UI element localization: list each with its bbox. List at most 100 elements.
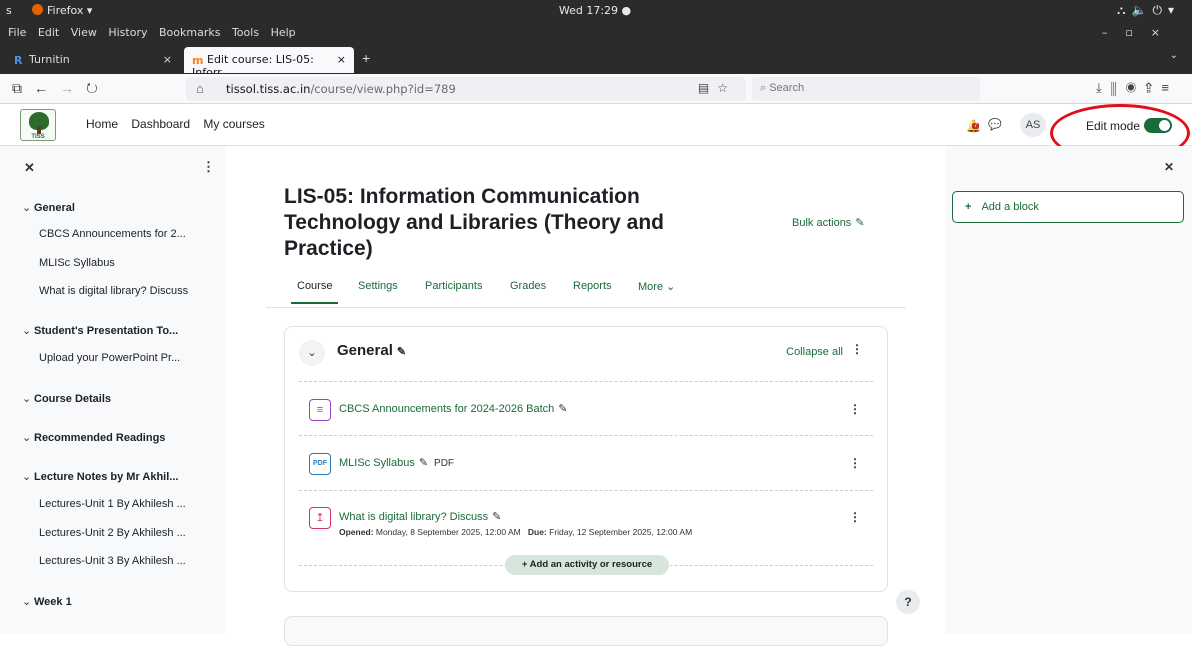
tab-reports[interactable]: Reports (573, 280, 612, 292)
maximize-icon[interactable]: ▫ (1125, 26, 1150, 39)
section-collapse-button[interactable]: ⌄ (299, 340, 325, 366)
section-title: Lecture Notes by Mr Akhil... (34, 471, 179, 483)
notifications-bell-icon[interactable]: 🔔7 (966, 119, 981, 133)
menu-file[interactable]: File (8, 26, 26, 39)
search-icon: ⌕ (760, 82, 770, 94)
firefox-menubar: File Edit View History Bookmarks Tools H… (0, 22, 1192, 44)
library-icon[interactable]: ⫼ (1111, 80, 1126, 95)
back-icon[interactable]: ← (34, 80, 60, 96)
reload-icon[interactable]: ↻ (86, 80, 110, 96)
tree-trunk (37, 126, 41, 134)
sidebar-toggle-icon[interactable]: ⧉ (12, 80, 34, 96)
menu-bookmarks[interactable]: Bookmarks (159, 26, 220, 39)
activity-link[interactable]: CBCS Announcements for 2024-2026 Batch ✎ (339, 402, 567, 415)
nav-home[interactable]: Home (86, 117, 118, 131)
course-index-item[interactable]: Lectures-Unit 2 By Akhilesh ... (39, 527, 186, 539)
activity-name: CBCS Announcements for 2024-2026 Batch (339, 403, 555, 415)
lock-icon[interactable]: ⌂ (196, 81, 204, 96)
tab-edit-course[interactable]: m Edit course: LIS-05: Inforr × (184, 47, 354, 79)
add-activity-button[interactable]: + Add an activity or resource (505, 555, 669, 575)
plus-icon: + (521, 559, 530, 570)
tab-turnitin[interactable]: R Turnitin × (6, 47, 180, 73)
close-drawer-icon[interactable]: ✕ (24, 160, 35, 176)
chevron-down-icon: ▾ (1167, 3, 1180, 17)
system-tray[interactable]: ⛬🔈⏻▾ (1117, 3, 1180, 18)
tab-settings[interactable]: Settings (358, 280, 398, 292)
app-menu[interactable]: Firefox ▾ (32, 4, 92, 17)
chevron-down-icon: ⌄ (22, 432, 32, 444)
course-index-item[interactable]: Lectures-Unit 1 By Akhilesh ... (39, 498, 186, 510)
navigation-toolbar: ⧉←→↻ ⌂ tissol.tiss.ac.in/course/view.php… (0, 74, 1192, 104)
course-index-section-week-1[interactable]: ⌄ Week 1 (22, 595, 72, 608)
url-text[interactable]: tissol.tiss.ac.in/course/view.php?id=789 (226, 82, 456, 96)
course-index-section-readings[interactable]: ⌄ Recommended Readings (22, 431, 165, 444)
nav-my-courses[interactable]: My courses (203, 117, 264, 131)
course-index-item[interactable]: What is digital library? Discuss (39, 285, 188, 297)
activity-link[interactable]: MLISc Syllabus ✎ PDF (339, 456, 454, 469)
search-input[interactable]: ⌕ Search (752, 77, 980, 101)
close-block-drawer-icon[interactable]: ✕ (1164, 160, 1174, 174)
menu-edit[interactable]: Edit (38, 26, 59, 39)
reader-view-icon[interactable]: ▤ (698, 81, 717, 95)
course-index-section-presentation[interactable]: ⌄ Student's Presentation To... (22, 324, 178, 337)
course-index-item[interactable]: Upload your PowerPoint Pr... (39, 352, 180, 364)
minimize-icon[interactable]: – (1102, 26, 1126, 39)
menu-help[interactable]: Help (271, 26, 296, 39)
bulk-actions-button[interactable]: Bulk actions ✎ (792, 216, 865, 229)
window-controls[interactable]: –▫× (1102, 26, 1178, 39)
course-index-item[interactable]: Lectures-Unit 3 By Akhilesh ... (39, 555, 186, 567)
nav-dashboard[interactable]: Dashboard (131, 117, 190, 131)
tab-participants[interactable]: Participants (425, 280, 482, 292)
downloads-icon[interactable]: ⤓ (1096, 80, 1111, 95)
pencil-icon[interactable]: ✎ (492, 511, 501, 523)
activity-link[interactable]: What is digital library? Discuss ✎ (339, 510, 501, 523)
course-index-item[interactable]: CBCS Announcements for 2... (39, 228, 186, 240)
hamburger-menu-icon[interactable]: ≡ (1161, 80, 1178, 95)
course-index-menu-icon[interactable]: ⋮ (202, 159, 215, 175)
add-block-button[interactable]: + Add a block (952, 191, 1184, 223)
assignment-icon: ↥ (309, 507, 331, 529)
forward-icon[interactable]: → (60, 80, 86, 96)
site-header: TISS Home Dashboard My courses 🔔7 💬 AS E… (0, 104, 1192, 146)
activity-dates: Opened: Monday, 8 September 2025, 12:00 … (339, 527, 692, 537)
activity-menu-icon[interactable]: ⋮ (849, 402, 861, 416)
menu-tools[interactable]: Tools (232, 26, 259, 39)
menu-view[interactable]: View (71, 26, 97, 39)
block-drawer: ✕ + Add a block (946, 146, 1192, 634)
url-bar[interactable]: ⌂ tissol.tiss.ac.in/course/view.php?id=7… (186, 77, 746, 101)
close-window-icon[interactable]: × (1151, 26, 1178, 39)
pencil-icon[interactable]: ✎ (419, 457, 428, 469)
activity-menu-icon[interactable]: ⋮ (849, 510, 861, 524)
menu-history[interactable]: History (108, 26, 147, 39)
close-tab-icon[interactable]: × (163, 53, 172, 66)
course-index-section-lecture-notes[interactable]: ⌄ Lecture Notes by Mr Akhil... (22, 470, 178, 483)
activity-menu-icon[interactable]: ⋮ (849, 456, 861, 470)
account-icon[interactable]: ◉ (1126, 80, 1145, 95)
new-tab-button[interactable]: + (362, 50, 370, 66)
site-logo[interactable]: TISS (20, 109, 56, 141)
messages-icon[interactable]: 💬 (988, 118, 1002, 131)
clock[interactable]: Wed 17:29 ● (540, 4, 650, 17)
tab-more[interactable]: More ⌄ (638, 280, 675, 293)
bookmark-star-icon[interactable]: ☆ (717, 81, 736, 95)
search-placeholder: Search (769, 82, 805, 94)
course-index-item[interactable]: MLISc Syllabus (39, 257, 115, 269)
course-index-section-general[interactable]: ⌄ General (22, 201, 75, 214)
course-index-section-course-details[interactable]: ⌄ Course Details (22, 392, 111, 405)
activities-button[interactable]: s (6, 4, 12, 17)
help-button[interactable]: ? (896, 590, 920, 614)
extensions-icon[interactable]: ⇪ (1145, 80, 1161, 95)
chevron-down-icon: ⌄ (666, 281, 676, 293)
tab-course[interactable]: Course (290, 280, 340, 304)
collapse-all-link[interactable]: Collapse all (786, 346, 843, 358)
pencil-icon[interactable]: ✎ (397, 346, 406, 358)
close-tab-icon[interactable]: × (337, 53, 346, 66)
user-avatar[interactable]: AS (1020, 113, 1046, 137)
divider (299, 490, 873, 491)
tab-grades[interactable]: Grades (510, 280, 546, 292)
chevron-down-icon: ⌄ (22, 325, 32, 337)
section-menu-icon[interactable]: ⋮ (851, 342, 863, 356)
primary-navigation: Home Dashboard My courses (86, 117, 275, 131)
pencil-icon[interactable]: ✎ (558, 403, 567, 415)
list-tabs-icon[interactable]: ⌄ (1170, 50, 1178, 61)
